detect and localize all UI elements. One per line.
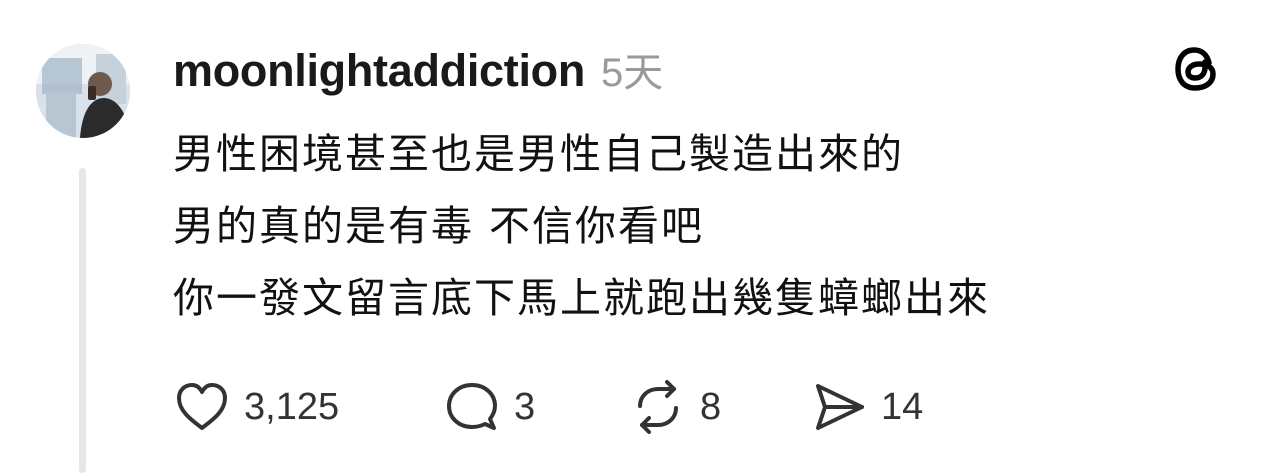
username[interactable]: moonlightaddiction [173, 45, 585, 97]
heart-icon [172, 377, 232, 437]
avatar[interactable] [36, 44, 130, 138]
speech-bubble-icon [442, 377, 502, 437]
threads-logo-icon[interactable] [1170, 40, 1228, 98]
timestamp: 5天 [601, 51, 664, 95]
repost-button[interactable]: 8 [628, 377, 809, 437]
thread-line [79, 168, 86, 473]
post-text-line: 你一發文留言底下馬上就跑出幾隻蟑螂出來 [173, 274, 990, 322]
paper-plane-icon [809, 377, 869, 437]
like-button[interactable]: 3,125 [172, 377, 442, 437]
post-text-line: 男的真的是有毒 不信你看吧 [173, 202, 705, 250]
avatar-photo [36, 44, 130, 138]
post-body: 男性困境甚至也是男性自己製造出來的 男的真的是有毒 不信你看吧 你一發文留言底下… [173, 118, 1233, 334]
like-count: 3,125 [244, 385, 340, 428]
post-header: moonlightaddiction 5天 [173, 40, 663, 96]
action-bar: 3,125 3 8 14 [172, 375, 923, 439]
share-count: 14 [881, 385, 924, 428]
post-text-line: 男性困境甚至也是男性自己製造出來的 [173, 130, 904, 178]
comment-button[interactable]: 3 [442, 377, 628, 437]
repost-arrows-icon [628, 377, 688, 437]
repost-count: 8 [700, 385, 722, 428]
share-button[interactable]: 14 [809, 377, 923, 437]
comment-count: 3 [514, 385, 536, 428]
